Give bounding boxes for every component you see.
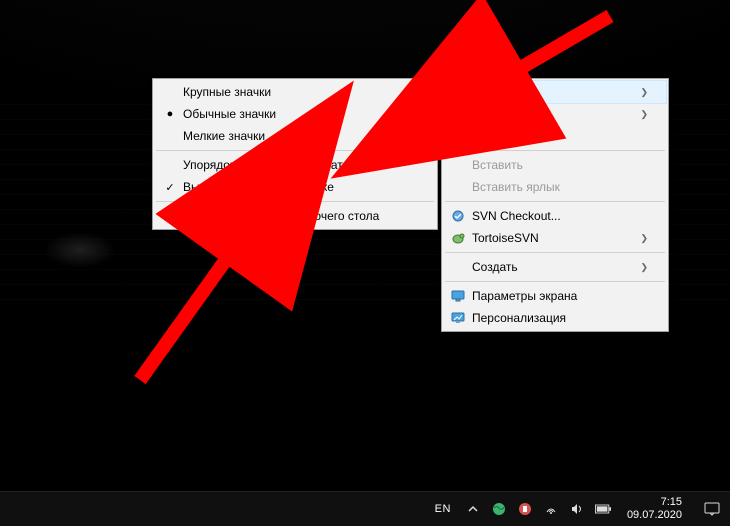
- display-settings-icon: [450, 288, 466, 304]
- menu-item-paste: Вставить: [444, 154, 666, 176]
- battery-icon[interactable]: [595, 501, 611, 517]
- menu-item-label: Вставить: [472, 158, 523, 172]
- menu-item-display-settings[interactable]: Параметры экрана: [444, 285, 666, 307]
- menu-item-label: Параметры экрана: [472, 289, 577, 303]
- chevron-right-icon: ❯: [610, 262, 648, 273]
- chevron-right-icon: ❯: [610, 87, 648, 98]
- menu-item-label: Крупные значки: [183, 85, 271, 99]
- menu-item-label: Персонализация: [472, 311, 566, 325]
- chevron-right-icon: ❯: [610, 233, 648, 244]
- action-center-button[interactable]: [698, 492, 726, 526]
- tray-overflow-icon[interactable]: [465, 501, 481, 517]
- menu-item-label: Обычные значки: [183, 107, 276, 121]
- desktop-context-menu: Вид ❯ Сортировка ❯ Обновить Вставить Вст…: [441, 78, 669, 332]
- language-indicator[interactable]: EN: [431, 503, 455, 515]
- menu-item-personalize[interactable]: Персонализация: [444, 307, 666, 329]
- menu-item-label: TortoiseSVN: [472, 231, 539, 245]
- menu-separator: [445, 252, 665, 253]
- menu-item-label: Отображать значки рабочего стола: [183, 209, 379, 223]
- clock-date: 09.07.2020: [627, 509, 682, 522]
- menu-item-label: SVN Checkout...: [472, 209, 561, 223]
- personalize-icon: [450, 310, 466, 326]
- network-icon[interactable]: [543, 501, 559, 517]
- tortoisesvn-icon: [450, 230, 466, 246]
- clock-time: 7:15: [627, 496, 682, 509]
- menu-item-small-icons[interactable]: Мелкие значки: [155, 125, 435, 147]
- menu-item-new[interactable]: Создать ❯: [444, 256, 666, 278]
- menu-separator: [156, 201, 434, 202]
- radio-mark-icon: ●: [163, 108, 177, 120]
- menu-item-label: Вид: [472, 85, 494, 99]
- menu-item-label: Мелкие значки: [183, 129, 265, 143]
- menu-item-tortoisesvn[interactable]: TortoiseSVN ❯: [444, 227, 666, 249]
- menu-item-show-desktop-icons[interactable]: ✓ Отображать значки рабочего стола: [155, 205, 435, 227]
- menu-item-label: Создать: [472, 260, 518, 274]
- view-submenu: Крупные значки ● Обычные значки Мелкие з…: [152, 78, 438, 230]
- system-tray: EN 7:15 09.07.2020: [431, 492, 730, 526]
- taskbar-clock[interactable]: 7:15 09.07.2020: [621, 496, 688, 521]
- menu-item-paste-shortcut: Вставить ярлык: [444, 176, 666, 198]
- menu-item-auto-arrange[interactable]: Упорядочить значки автоматически: [155, 154, 435, 176]
- menu-separator: [445, 150, 665, 151]
- menu-separator: [445, 281, 665, 282]
- menu-separator: [156, 150, 434, 151]
- menu-item-label: Обновить: [472, 129, 526, 143]
- menu-item-label: Упорядочить значки автоматически: [183, 158, 380, 172]
- volume-icon[interactable]: [569, 501, 585, 517]
- check-mark-icon: ✓: [163, 210, 177, 223]
- menu-item-refresh[interactable]: Обновить: [444, 125, 666, 147]
- menu-item-medium-icons[interactable]: ● Обычные значки: [155, 103, 435, 125]
- taskbar: EN 7:15 09.07.2020: [0, 491, 730, 526]
- svn-checkout-icon: [450, 208, 466, 224]
- menu-item-sort[interactable]: Сортировка ❯: [444, 103, 666, 125]
- menu-item-large-icons[interactable]: Крупные значки: [155, 81, 435, 103]
- menu-separator: [445, 201, 665, 202]
- menu-item-view[interactable]: Вид ❯: [444, 81, 666, 103]
- chevron-right-icon: ❯: [610, 109, 648, 120]
- tray-globe-icon[interactable]: [491, 501, 507, 517]
- menu-item-align-to-grid[interactable]: ✓ Выровнять значки по сетке: [155, 176, 435, 198]
- menu-item-svn-checkout[interactable]: SVN Checkout...: [444, 205, 666, 227]
- tray-app-icon[interactable]: [517, 501, 533, 517]
- menu-item-label: Сортировка: [472, 107, 538, 121]
- menu-item-label: Выровнять значки по сетке: [183, 180, 334, 194]
- menu-item-label: Вставить ярлык: [472, 180, 560, 194]
- check-mark-icon: ✓: [163, 181, 177, 194]
